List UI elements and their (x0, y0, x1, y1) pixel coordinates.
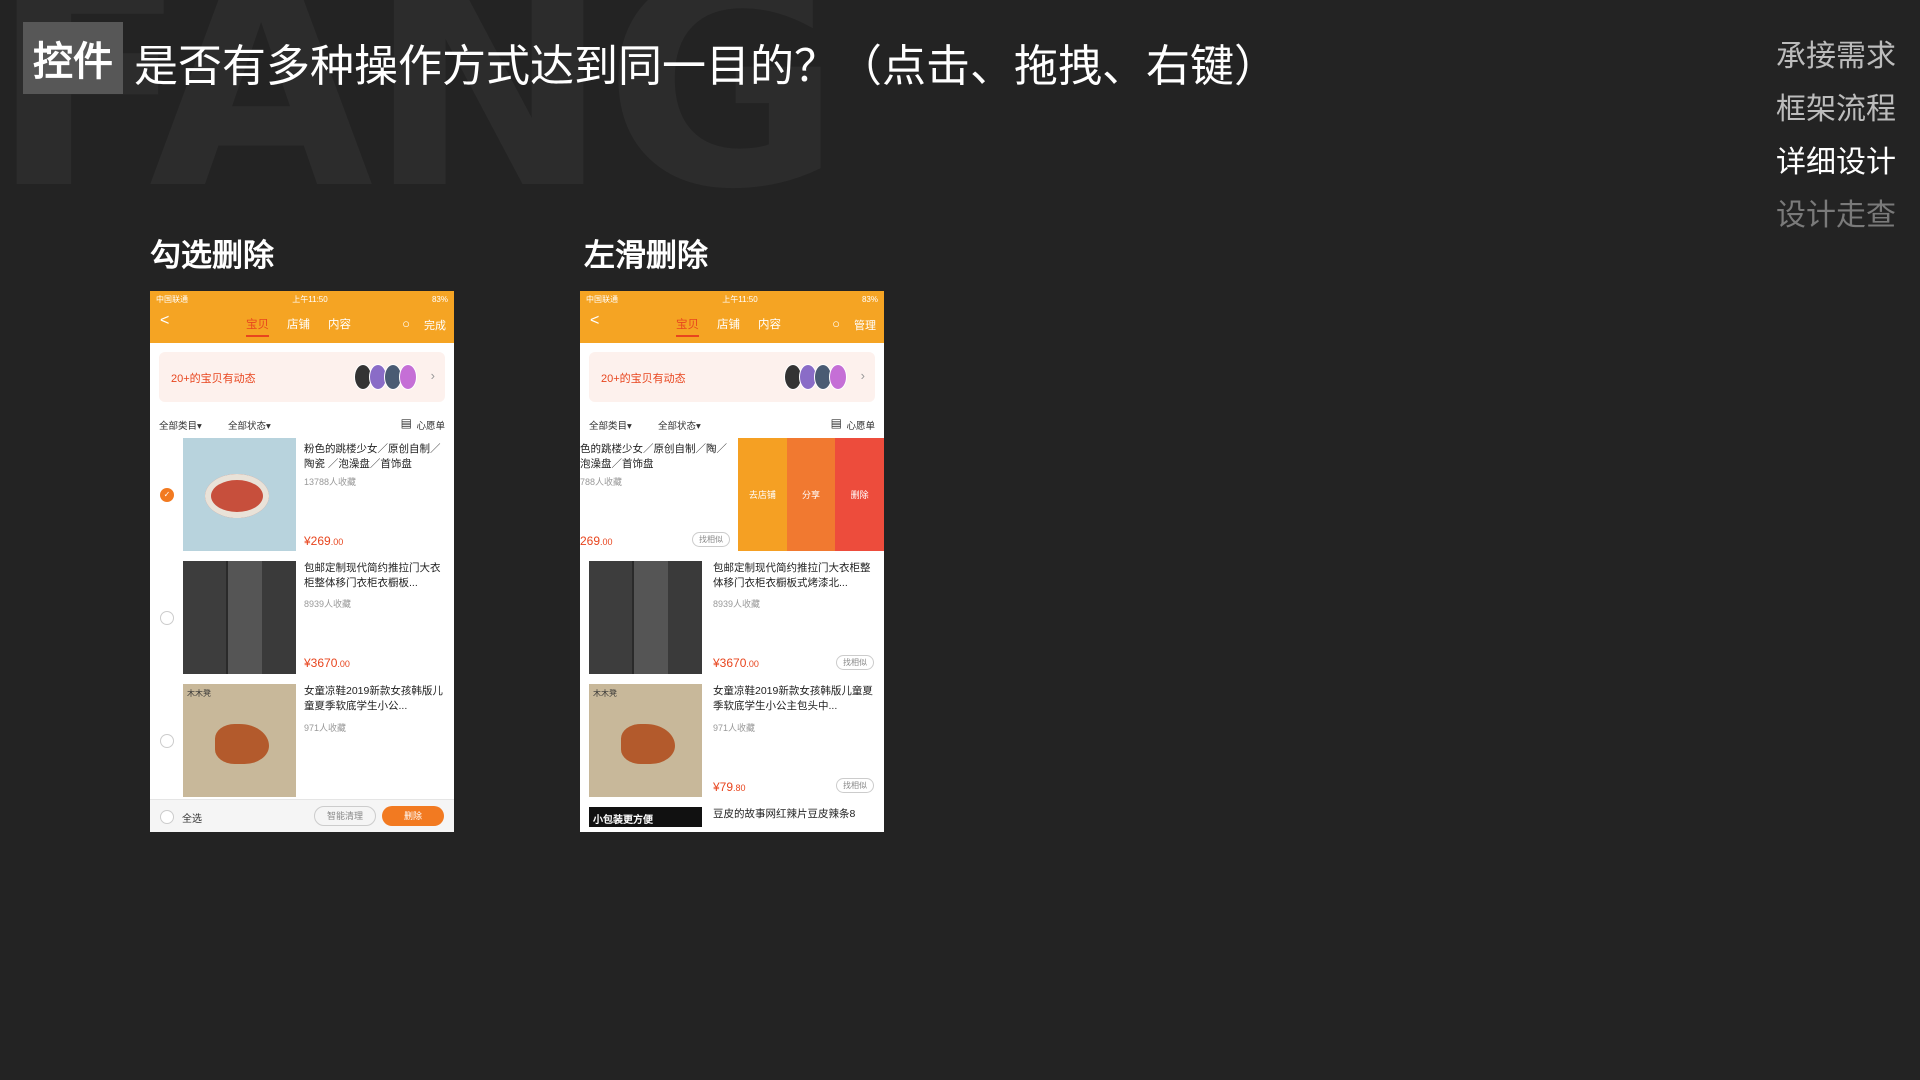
product-price: 269.00 (580, 534, 613, 548)
category-tag: 控件 (23, 22, 123, 94)
phone-header: 中国联通 上午11:50 83% < 宝贝 店铺 内容 ○ 完成 (150, 291, 454, 343)
phone-header: 中国联通 上午11:50 83% < 宝贝 店铺 内容 ○ 管理 (580, 291, 884, 343)
nav-bar: < 宝贝 店铺 内容 ○ 管理 (580, 307, 884, 343)
list-item[interactable]: 木木凳 女童凉鞋2019新款女孩韩版儿童夏季软底学生小公主包头中... 971人… (580, 684, 884, 807)
tab-items[interactable]: 宝贝 (246, 316, 269, 337)
carrier-label: 中国联通 (156, 294, 188, 304)
tab-shops[interactable]: 店铺 (717, 316, 740, 337)
list-item[interactable]: 木木凳 女童凉鞋2019新款女孩韩版儿童夏季软底学生小公... 971人收藏 (150, 684, 454, 807)
product-price: ¥79.80 (713, 780, 746, 794)
product-fav-count: 971人收藏 (304, 723, 347, 733)
delete-button[interactable]: 删除 (382, 806, 444, 826)
tab-items[interactable]: 宝贝 (676, 316, 699, 337)
product-fav-count: 13788人收藏 (304, 477, 357, 487)
product-image: 小包装更方便 (589, 807, 702, 827)
item-checkbox[interactable] (160, 734, 174, 748)
share-button[interactable]: 分享 (786, 438, 836, 551)
nav-item-requirements[interactable]: 承接需求 (1776, 30, 1896, 83)
product-title: 豆皮的故事网红辣片豆皮辣条8 (713, 808, 856, 820)
carrier-label: 中国联通 (586, 294, 618, 304)
product-image: 木木凳 (589, 684, 702, 797)
product-price: ¥269.00 (304, 534, 344, 548)
nav-item-framework[interactable]: 框架流程 (1776, 83, 1896, 136)
select-all-checkbox[interactable] (160, 810, 174, 824)
side-navigation: 承接需求 框架流程 详细设计 设计走查 (1776, 30, 1896, 242)
nav-item-detail-design[interactable]: 详细设计 (1776, 136, 1896, 189)
activity-banner[interactable]: 20+的宝贝有动态 › (589, 352, 875, 402)
status-filter[interactable]: 全部状态▾ (228, 418, 271, 432)
category-filter[interactable]: 全部类目▾ (159, 418, 202, 432)
swipe-actions: 去店铺 分享 删除 (738, 438, 884, 551)
product-image (589, 561, 702, 674)
item-checkbox[interactable] (160, 611, 174, 625)
go-to-shop-button[interactable]: 去店铺 (738, 438, 787, 551)
wishlist-link[interactable]: 心愿单 (846, 418, 875, 432)
grid-view-icon[interactable]: ▤ (831, 416, 842, 430)
product-price: ¥3670.00 (713, 656, 759, 670)
list-item-swiped[interactable]: 色的跳楼少女／原创自制／陶／泡澡盘／首饰盘 788人收藏 269.00 找相似 … (580, 438, 884, 561)
select-all-label: 全选 (182, 814, 202, 825)
nav-item-design-review[interactable]: 设计走查 (1776, 189, 1896, 242)
page-title: 是否有多种操作方式达到同一目的？（点击、拖拽、右键） (134, 41, 1278, 92)
activity-banner[interactable]: 20+的宝贝有动态 › (159, 352, 445, 402)
manage-button[interactable]: 管理 (854, 317, 876, 333)
banner-text: 20+的宝贝有动态 (171, 373, 256, 385)
product-price: ¥3670.00 (304, 656, 350, 670)
banner-thumbnails (784, 364, 847, 390)
done-button[interactable]: 完成 (424, 317, 446, 333)
category-filter[interactable]: 全部类目▾ (589, 418, 632, 432)
search-icon[interactable]: ○ (402, 316, 410, 331)
smart-clean-button[interactable]: 智能清理 (314, 806, 376, 826)
search-icon[interactable]: ○ (832, 316, 840, 331)
product-image (183, 438, 296, 551)
tab-content[interactable]: 内容 (758, 316, 781, 337)
battery-label: 83% (861, 294, 878, 304)
filter-bar: 全部类目▾ 全部状态▾ ▤ 心愿单 (580, 410, 884, 438)
status-bar: 中国联通 上午11:50 83% (150, 291, 454, 307)
chevron-right-icon: › (860, 368, 865, 383)
wishlist-link[interactable]: 心愿单 (416, 418, 445, 432)
find-similar-button[interactable]: 找相似 (692, 532, 730, 547)
product-title: 粉色的跳楼少女／原创自制／陶瓷 ／泡澡盘／首饰盘 (304, 443, 441, 470)
list-item[interactable]: ✓ 粉色的跳楼少女／原创自制／陶瓷 ／泡澡盘／首饰盘 13788人收藏 ¥269… (150, 438, 454, 561)
filter-bar: 全部类目▾ 全部状态▾ ▤ 心愿单 (150, 410, 454, 438)
battery-label: 83% (431, 294, 448, 304)
find-similar-button[interactable]: 找相似 (836, 778, 874, 793)
product-fav-count: 8939人收藏 (304, 599, 352, 609)
chevron-right-icon: › (430, 368, 435, 383)
phone-checkbox-mode: 中国联通 上午11:50 83% < 宝贝 店铺 内容 ○ 完成 20+的宝贝有… (150, 291, 454, 832)
nav-bar: < 宝贝 店铺 内容 ○ 完成 (150, 307, 454, 343)
product-title: 包邮定制现代简约推拉门大衣柜整体移门衣柜衣橱板式烤漆北... (713, 562, 871, 589)
product-image (183, 561, 296, 674)
product-fav-count: 788人收藏 (580, 477, 623, 487)
grid-view-icon[interactable]: ▤ (401, 416, 412, 430)
time-label: 上午11:50 (292, 294, 328, 304)
back-icon[interactable]: < (160, 312, 169, 330)
product-title: 女童凉鞋2019新款女孩韩版儿童夏季软底学生小公... (304, 685, 443, 712)
product-fav-count: 8939人收藏 (713, 599, 761, 609)
tab-content[interactable]: 内容 (328, 316, 351, 337)
status-filter[interactable]: 全部状态▾ (658, 418, 701, 432)
swipe-delete-button[interactable]: 删除 (835, 438, 884, 551)
find-similar-button[interactable]: 找相似 (836, 655, 874, 670)
list-item[interactable]: 小包装更方便 豆皮的故事网红辣片豆皮辣条8 (580, 807, 884, 827)
time-label: 上午11:50 (722, 294, 758, 304)
product-fav-count: 971人收藏 (713, 723, 756, 733)
banner-thumbnails (354, 364, 417, 390)
product-title: 女童凉鞋2019新款女孩韩版儿童夏季软底学生小公主包头中... (713, 685, 873, 712)
banner-text: 20+的宝贝有动态 (601, 373, 686, 385)
bottom-action-bar: 全选 智能清理 删除 (150, 799, 454, 832)
item-checkbox[interactable]: ✓ (160, 488, 174, 502)
section-label-swipe-delete: 左滑删除 (584, 238, 708, 274)
list-item[interactable]: 包邮定制现代简约推拉门大衣柜整体移门衣柜衣橱板式烤漆北... 8939人收藏 ¥… (580, 561, 884, 684)
tab-shops[interactable]: 店铺 (287, 316, 310, 337)
product-title: 色的跳楼少女／原创自制／陶／泡澡盘／首饰盘 (580, 443, 727, 470)
product-image: 木木凳 (183, 684, 296, 797)
back-icon[interactable]: < (590, 312, 599, 330)
section-label-checkbox-delete: 勾选删除 (150, 238, 274, 274)
phone-swipe-mode: 中国联通 上午11:50 83% < 宝贝 店铺 内容 ○ 管理 20+的宝贝有… (580, 291, 884, 832)
list-item[interactable]: 包邮定制现代简约推拉门大衣柜整体移门衣柜衣橱板... 8939人收藏 ¥3670… (150, 561, 454, 684)
status-bar: 中国联通 上午11:50 83% (580, 291, 884, 307)
product-title: 包邮定制现代简约推拉门大衣柜整体移门衣柜衣橱板... (304, 562, 441, 589)
